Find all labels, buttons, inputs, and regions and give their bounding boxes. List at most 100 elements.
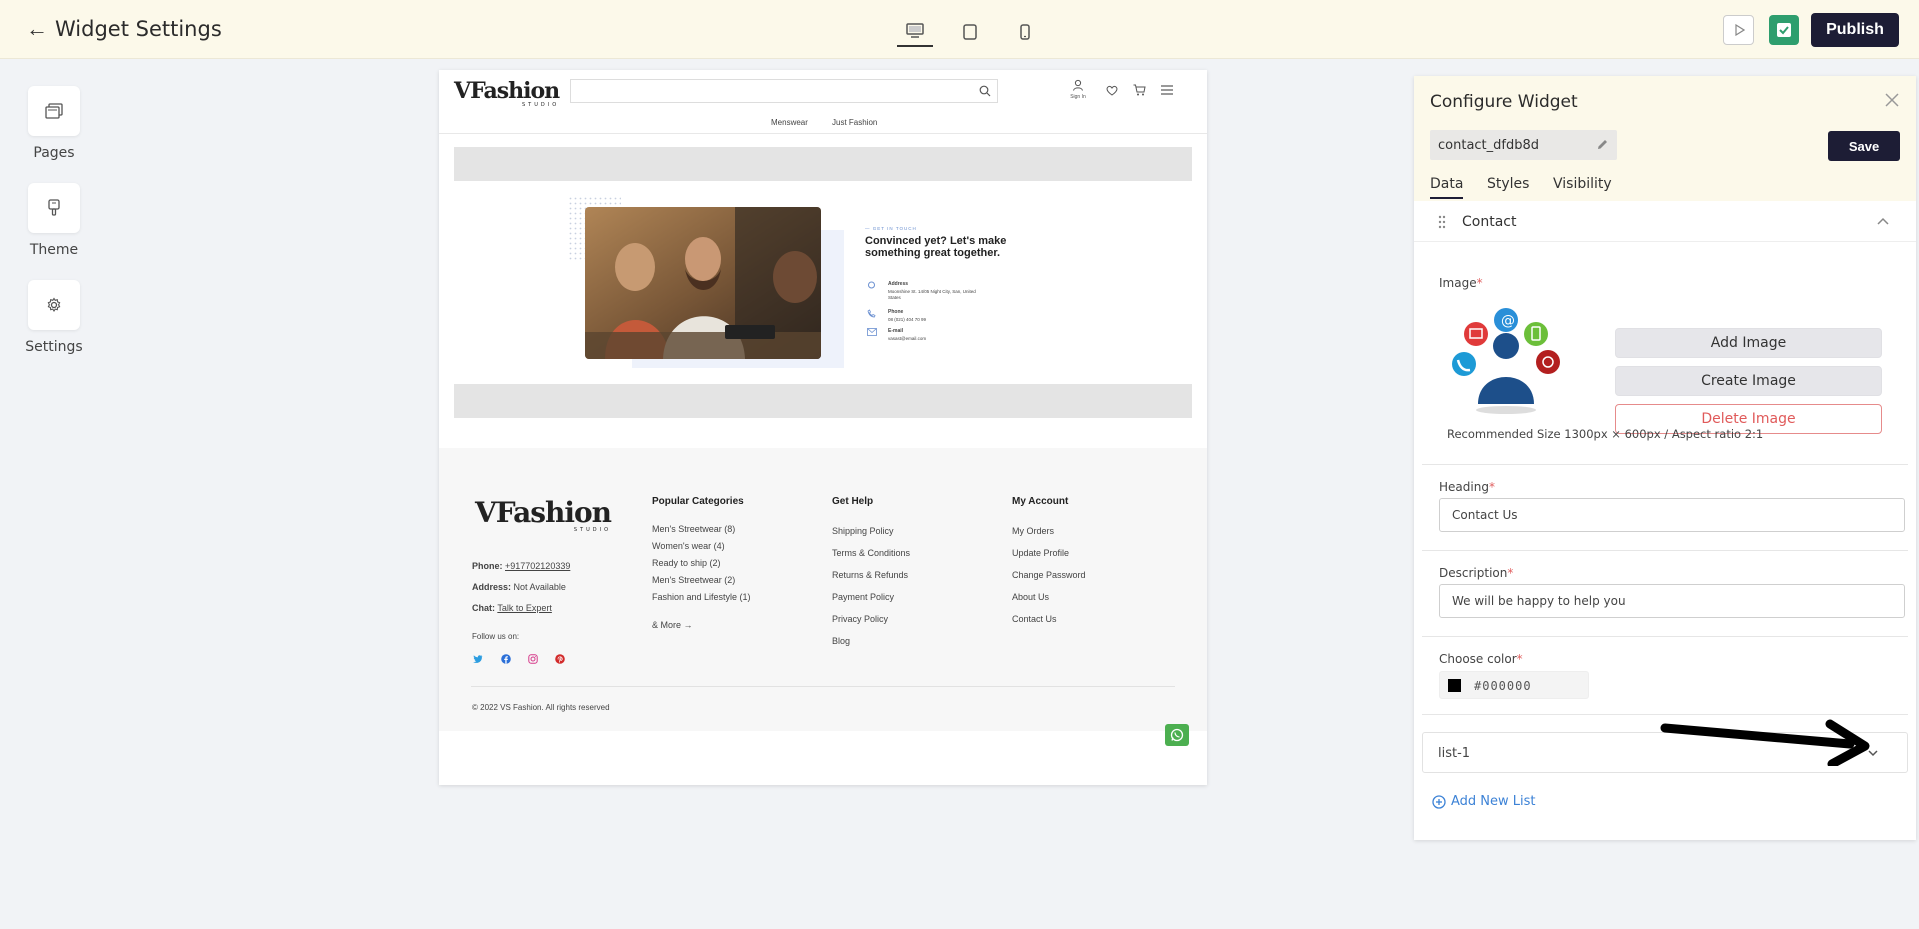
contact-photo[interactable] bbox=[585, 207, 821, 359]
sidebar-item-label: Settings bbox=[25, 339, 83, 355]
footer-account-link[interactable]: About Us bbox=[1012, 592, 1049, 602]
placeholder-banner-top[interactable] bbox=[454, 147, 1192, 181]
sidebar-item-pages[interactable]: Pages bbox=[26, 86, 82, 161]
footer-help-link[interactable]: Returns & Refunds bbox=[832, 570, 908, 580]
back-arrow-icon[interactable]: ← bbox=[26, 16, 48, 42]
page-title: Widget Settings bbox=[55, 17, 222, 41]
pages-icon-box[interactable] bbox=[28, 86, 80, 136]
contact-section-header[interactable]: Contact bbox=[1414, 202, 1916, 242]
tablet-icon bbox=[963, 24, 977, 40]
footer-category-link[interactable]: Fashion and Lifestyle (1) bbox=[652, 592, 751, 602]
facebook-icon[interactable] bbox=[501, 654, 511, 664]
heading-input[interactable] bbox=[1439, 498, 1905, 532]
page-preview-canvas[interactable]: VFashion STUDIO Sign In Menswear Just Fa… bbox=[439, 70, 1207, 785]
pinterest-icon[interactable] bbox=[555, 654, 565, 664]
description-input[interactable] bbox=[1439, 584, 1905, 618]
footer-logo[interactable]: VFashion STUDIO bbox=[475, 496, 612, 533]
footer-divider bbox=[471, 686, 1175, 687]
footer-phone-link[interactable]: +917702120339 bbox=[505, 561, 570, 571]
description-field-label: Description* bbox=[1439, 566, 1513, 580]
footer-help-link[interactable]: Terms & Conditions bbox=[832, 548, 910, 558]
settings-icon-box[interactable] bbox=[28, 280, 80, 330]
sign-in-link[interactable]: Sign In bbox=[1068, 78, 1088, 100]
footer-help-link[interactable]: Payment Policy bbox=[832, 592, 894, 602]
heart-icon[interactable] bbox=[1106, 85, 1118, 96]
widget-name-field[interactable]: contact_dfdb8d bbox=[1430, 130, 1617, 160]
create-image-button[interactable]: Create Image bbox=[1615, 366, 1882, 396]
phone-label: Phone bbox=[888, 309, 904, 315]
pencil-icon[interactable] bbox=[1596, 138, 1609, 151]
whatsapp-icon bbox=[1170, 728, 1184, 742]
tab-visibility[interactable]: Visibility bbox=[1553, 176, 1612, 197]
plus-circle-icon bbox=[1432, 794, 1446, 809]
sidebar-item-label: Pages bbox=[33, 145, 75, 161]
footer-category-link[interactable]: Ready to ship (2) bbox=[652, 558, 721, 568]
footer-chat-link[interactable]: Talk to Expert bbox=[497, 603, 552, 613]
user-icon bbox=[1073, 79, 1083, 91]
sidebar-item-theme[interactable]: Theme bbox=[26, 183, 82, 258]
footer-logo-text: VFashion bbox=[475, 496, 612, 529]
footer-category-link[interactable]: Women's wear (4) bbox=[652, 541, 725, 551]
publish-button[interactable]: Publish bbox=[1811, 13, 1899, 47]
footer-category-link[interactable]: Men's Streetwear (2) bbox=[652, 575, 735, 585]
footer-help-link[interactable]: Shipping Policy bbox=[832, 526, 894, 536]
drag-handle-icon[interactable] bbox=[1438, 215, 1446, 229]
add-image-button[interactable]: Add Image bbox=[1615, 328, 1882, 358]
preview-button[interactable] bbox=[1723, 15, 1754, 45]
store-logo[interactable]: VFashion STUDIO bbox=[454, 78, 560, 108]
color-picker[interactable]: #000000 bbox=[1439, 671, 1589, 699]
gear-icon bbox=[47, 297, 61, 313]
save-status-button[interactable] bbox=[1769, 15, 1799, 45]
copyright-text: © 2022 VS Fashion. All rights reserved bbox=[472, 703, 610, 712]
footer-address-label: Address: bbox=[472, 582, 512, 592]
nav-link-just-fashion[interactable]: Just Fashion bbox=[832, 118, 877, 127]
footer-account-link[interactable]: My Orders bbox=[1012, 526, 1054, 536]
sign-in-label: Sign In bbox=[1070, 94, 1086, 100]
desktop-view-button[interactable] bbox=[897, 17, 933, 47]
footer-account-link[interactable]: Change Password bbox=[1012, 570, 1086, 580]
panel-title: Configure Widget bbox=[1430, 92, 1578, 112]
footer-account-link[interactable]: Contact Us bbox=[1012, 614, 1057, 624]
color-label-text: Choose color bbox=[1439, 652, 1517, 666]
description-label-text: Description bbox=[1439, 566, 1508, 580]
chevron-up-icon[interactable] bbox=[1876, 216, 1890, 226]
annotation-arrow-icon bbox=[1660, 719, 1870, 766]
divider bbox=[1422, 464, 1908, 465]
footer-account-link[interactable]: Update Profile bbox=[1012, 548, 1069, 558]
theme-icon-box[interactable] bbox=[28, 183, 80, 233]
footer-help-link[interactable]: Privacy Policy bbox=[832, 614, 888, 624]
store-search-input[interactable] bbox=[570, 79, 998, 103]
tablet-view-button[interactable] bbox=[952, 17, 988, 47]
phone-value: 08 (021) 404 70 99 bbox=[888, 317, 927, 322]
footer-chat-label: Chat: bbox=[472, 603, 495, 613]
nav-link-menswear[interactable]: Menswear bbox=[771, 118, 808, 127]
save-button[interactable]: Save bbox=[1828, 131, 1900, 161]
sidebar-item-settings[interactable]: Settings bbox=[25, 280, 83, 355]
team-photo-illustration bbox=[585, 207, 821, 359]
add-new-list-button[interactable]: Add New List bbox=[1432, 794, 1536, 809]
color-swatch[interactable] bbox=[1448, 679, 1461, 692]
pages-icon bbox=[45, 103, 63, 119]
close-icon[interactable] bbox=[1882, 90, 1902, 110]
tab-styles[interactable]: Styles bbox=[1487, 176, 1529, 197]
mobile-view-button[interactable] bbox=[1007, 17, 1043, 47]
section-title: Contact bbox=[1462, 214, 1517, 230]
instagram-icon[interactable] bbox=[528, 654, 538, 664]
tab-data[interactable]: Data bbox=[1430, 176, 1464, 199]
placeholder-banner-bottom[interactable] bbox=[454, 384, 1192, 418]
address-label: Address bbox=[888, 281, 909, 287]
cart-icon[interactable] bbox=[1133, 84, 1146, 96]
required-mark: * bbox=[1476, 276, 1483, 290]
footer-category-link[interactable]: Men's Streetwear (8) bbox=[652, 524, 735, 534]
search-icon bbox=[979, 85, 991, 97]
mobile-icon bbox=[1020, 24, 1030, 40]
contact-kicker: — GET IN TOUCH bbox=[865, 226, 917, 231]
footer-more-link[interactable]: & More → bbox=[652, 620, 693, 630]
menu-icon[interactable] bbox=[1161, 85, 1173, 95]
footer-help-link[interactable]: Blog bbox=[832, 636, 850, 646]
top-bar: ← Widget Settings Publish bbox=[0, 0, 1919, 59]
footer-col-help-title: Get Help bbox=[832, 496, 874, 507]
add-new-list-label: Add New List bbox=[1451, 794, 1536, 809]
twitter-icon[interactable] bbox=[473, 654, 483, 664]
whatsapp-button[interactable] bbox=[1165, 724, 1189, 746]
